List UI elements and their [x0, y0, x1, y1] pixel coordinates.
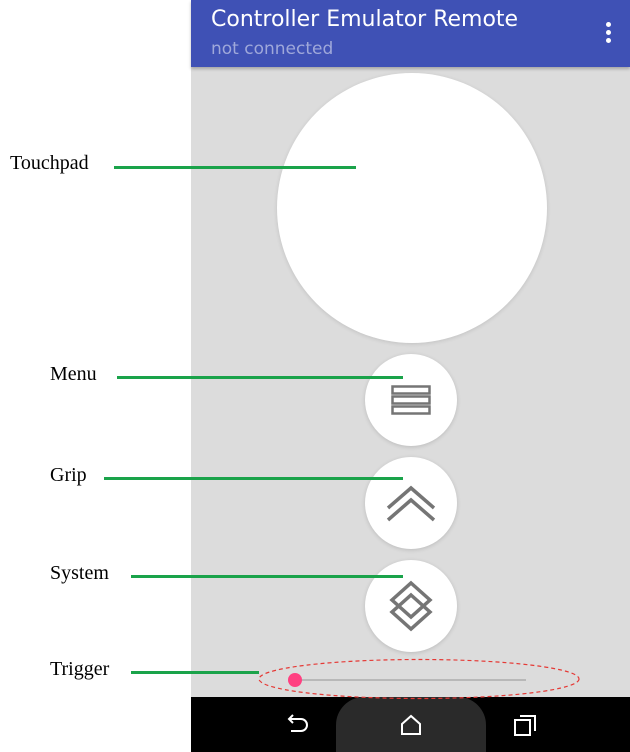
annotation-grip: Grip [50, 464, 87, 486]
annotation-trigger: Trigger [50, 658, 110, 680]
layers-icon [389, 580, 433, 632]
annotation-system: System [50, 562, 109, 584]
grip-button[interactable] [365, 457, 457, 549]
leader-line-grip [104, 477, 403, 480]
leader-line-menu [117, 376, 403, 379]
annotation-touchpad: Touchpad [10, 152, 89, 174]
leader-line-touchpad [114, 166, 356, 169]
annotation-menu: Menu [50, 363, 97, 385]
system-button[interactable] [365, 560, 457, 652]
back-icon[interactable] [283, 711, 311, 739]
app-title: Controller Emulator Remote [211, 7, 519, 32]
menu-button[interactable] [365, 354, 457, 446]
leader-line-system [131, 575, 403, 578]
touchpad[interactable] [277, 73, 547, 343]
overflow-menu-icon[interactable] [596, 16, 620, 48]
navigation-bar [191, 697, 630, 752]
recents-icon[interactable] [511, 711, 539, 739]
home-icon[interactable] [397, 711, 425, 739]
trigger-highlight-ellipse [258, 658, 580, 700]
menu-icon [391, 385, 431, 415]
chevron-up-icon [386, 485, 436, 522]
app-bar: Controller Emulator Remote not connected [191, 0, 630, 67]
leader-line-trigger [131, 671, 259, 674]
connection-status: not connected [211, 39, 334, 59]
